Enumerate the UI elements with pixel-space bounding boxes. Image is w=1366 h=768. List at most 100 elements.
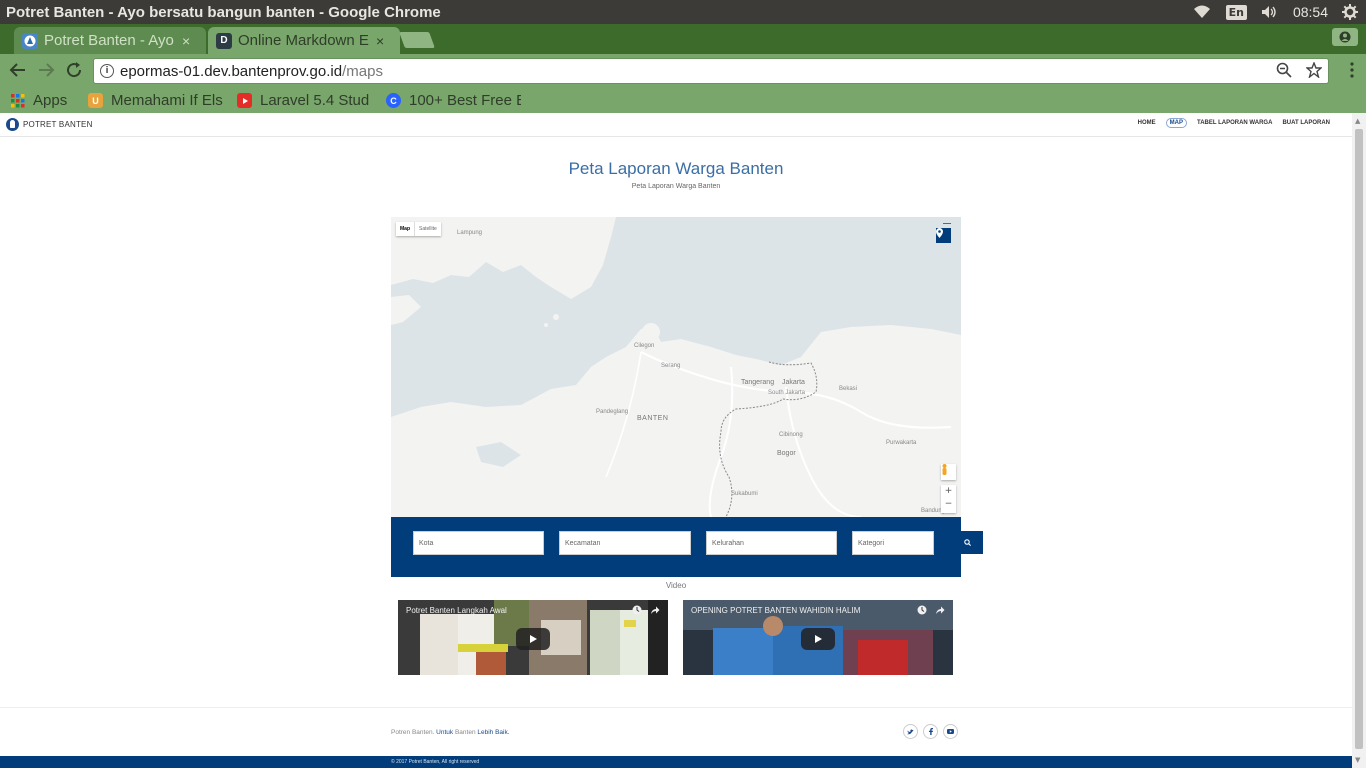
video-play-button[interactable] bbox=[516, 628, 550, 650]
video-actions bbox=[632, 605, 660, 615]
map-label-bogor: Bogor bbox=[777, 450, 796, 457]
tab-label: Potret Banten - Ayo bbox=[44, 32, 174, 49]
share-icon[interactable] bbox=[650, 605, 660, 615]
street-view-pegman-icon[interactable] bbox=[941, 464, 956, 480]
video-embed-langkah-awal[interactable]: Potret Banten Langkah Awal bbox=[398, 600, 668, 675]
filter-bar: Kota Kecamatan Kelurahan Kategori bbox=[391, 517, 961, 577]
kelurahan-select[interactable]: Kelurahan bbox=[706, 531, 837, 555]
browser-tab-strip: Potret Banten - Ayo × D Online Markdown … bbox=[0, 24, 1366, 54]
map-label-banten: BANTEN bbox=[637, 415, 669, 422]
os-top-bar: Potret Banten - Ayo bersatu bangun bante… bbox=[0, 0, 1366, 24]
scrollbar-thumb[interactable] bbox=[1355, 129, 1363, 749]
page-subtitle: Peta Laporan Warga Banten bbox=[631, 183, 721, 190]
nav-buat-laporan[interactable]: BUAT LAPORAN bbox=[1282, 120, 1330, 128]
copyright-text: © 2017 Potret Banten, All right reserved bbox=[391, 759, 480, 765]
tab-online-markdown[interactable]: D Online Markdown E × bbox=[208, 27, 400, 54]
wifi-icon[interactable] bbox=[1192, 5, 1212, 19]
map-pin-icon bbox=[936, 228, 943, 238]
user-icon bbox=[1339, 31, 1351, 43]
tab-label: Online Markdown E bbox=[238, 32, 369, 49]
watch-later-clock-icon[interactable] bbox=[917, 605, 927, 615]
nav-tabel-laporan-warga[interactable]: TABEL LAPORAN WARGA bbox=[1197, 120, 1272, 128]
bookmark-laravel[interactable]: Laravel 5.4 Stud bbox=[237, 92, 372, 109]
zoom-control: + − bbox=[941, 485, 956, 513]
bookmark-memahami-if-else[interactable]: U Memahami If Else bbox=[88, 92, 223, 109]
c-favicon-icon: C bbox=[386, 93, 401, 108]
scroll-up-arrow-icon[interactable]: ▲ bbox=[1355, 117, 1360, 125]
facebook-icon[interactable] bbox=[923, 724, 938, 739]
tab-close-icon[interactable]: × bbox=[376, 33, 384, 49]
video-embed-opening[interactable]: OPENING POTRET BANTEN WAHIDIN HALIM bbox=[683, 600, 953, 675]
map-type-satellite-button[interactable]: Satellite bbox=[414, 222, 441, 236]
map-canvas[interactable]: Lampung Cilegon Serang Pandeglang BANTEN… bbox=[391, 217, 961, 517]
url-path: /maps bbox=[342, 62, 383, 80]
play-icon bbox=[530, 635, 537, 643]
map-label-south-jakarta: South Jakarta bbox=[768, 390, 806, 396]
profile-button[interactable] bbox=[1332, 28, 1358, 46]
page-scrollbar[interactable]: ▲ ▼ bbox=[1352, 113, 1366, 768]
address-bar[interactable]: i epormas-01.dev.bantenprov.go.id/maps bbox=[93, 58, 1329, 84]
bookmarks-bar: Apps U Memahami If Else Laravel 5.4 Stud… bbox=[0, 88, 1366, 113]
fullscreen-icon[interactable] bbox=[943, 223, 951, 227]
page-title: Peta Laporan Warga Banten bbox=[568, 159, 784, 178]
map-label-purwakarta: Purwakarta bbox=[886, 440, 917, 446]
video-actions bbox=[917, 605, 945, 615]
watch-later-clock-icon[interactable] bbox=[632, 605, 642, 615]
youtube-favicon-icon bbox=[237, 93, 252, 108]
map-label-lampung: Lampung bbox=[457, 230, 483, 236]
nav-map[interactable]: MAP bbox=[1165, 118, 1187, 128]
map-label-cilegon: Cilegon bbox=[634, 343, 655, 349]
chrome-menu-button[interactable] bbox=[1350, 62, 1354, 82]
map-type-map-button[interactable]: Map bbox=[396, 222, 414, 236]
nav-home[interactable]: HOME bbox=[1138, 120, 1156, 128]
search-icon bbox=[963, 539, 971, 546]
apps-grid-icon bbox=[10, 93, 25, 108]
markdown-favicon-icon: D bbox=[216, 32, 232, 49]
potret-banten-favicon-icon bbox=[22, 32, 38, 49]
tab-close-icon[interactable]: × bbox=[182, 33, 190, 49]
scroll-down-arrow-icon[interactable]: ▼ bbox=[1355, 756, 1360, 764]
search-button[interactable] bbox=[951, 531, 983, 554]
bookmark-label: Apps bbox=[33, 92, 68, 109]
share-icon[interactable] bbox=[935, 605, 945, 615]
zoom-icon[interactable] bbox=[1276, 62, 1292, 78]
zoom-out-button[interactable]: − bbox=[941, 498, 956, 511]
bookmark-100-best-free[interactable]: C 100+ Best Free B bbox=[386, 92, 521, 109]
new-tab-button[interactable] bbox=[399, 32, 435, 48]
zoom-in-button[interactable]: + bbox=[941, 485, 956, 498]
locate-pin-button[interactable] bbox=[936, 228, 951, 243]
twitter-icon[interactable] bbox=[903, 724, 918, 739]
kategori-select[interactable]: Kategori bbox=[852, 531, 934, 555]
bookmark-apps[interactable]: Apps bbox=[10, 92, 74, 109]
reload-icon bbox=[67, 62, 82, 78]
input-language-indicator[interactable]: En bbox=[1225, 4, 1247, 20]
bookmark-star-icon[interactable] bbox=[1306, 62, 1322, 78]
play-icon bbox=[815, 635, 822, 643]
clock[interactable]: 08:54 bbox=[1293, 4, 1328, 20]
kecamatan-select[interactable]: Kecamatan bbox=[559, 531, 691, 555]
map-label-tangerang: Tangerang bbox=[741, 379, 775, 386]
site-brand[interactable]: POTRET BANTEN bbox=[6, 118, 93, 131]
video-section-label: Video bbox=[665, 581, 687, 590]
forward-button[interactable] bbox=[35, 61, 57, 81]
video-title: Potret Banten Langkah Awal bbox=[406, 606, 507, 615]
settings-gear-icon[interactable] bbox=[1342, 4, 1358, 20]
site-nav-links: HOME MAP TABEL LAPORAN WARGA BUAT LAPORA… bbox=[1138, 118, 1330, 128]
tab-potret-banten[interactable]: Potret Banten - Ayo × bbox=[14, 27, 206, 54]
potret-banten-logo-icon bbox=[6, 118, 19, 131]
site-info-icon[interactable]: i bbox=[100, 64, 114, 78]
brand-text: POTRET BANTEN bbox=[23, 120, 93, 129]
video-play-button[interactable] bbox=[801, 628, 835, 650]
map-type-control: Map Satellite bbox=[396, 222, 441, 236]
reload-button[interactable] bbox=[63, 61, 85, 81]
social-links bbox=[903, 724, 958, 739]
map-label-serang: Serang bbox=[661, 363, 681, 369]
volume-icon[interactable] bbox=[1261, 5, 1279, 19]
youtube-icon[interactable] bbox=[943, 724, 958, 739]
more-vertical-icon bbox=[1350, 62, 1354, 78]
kota-select[interactable]: Kota bbox=[413, 531, 544, 555]
bookmark-label: Memahami If Else bbox=[111, 92, 223, 109]
footer-tagline: Potren Banten. Untuk Banten Lebih Baik. bbox=[391, 729, 510, 736]
url-host: epormas-01.dev.bantenprov.go.id bbox=[120, 62, 343, 80]
back-button[interactable] bbox=[7, 61, 29, 81]
